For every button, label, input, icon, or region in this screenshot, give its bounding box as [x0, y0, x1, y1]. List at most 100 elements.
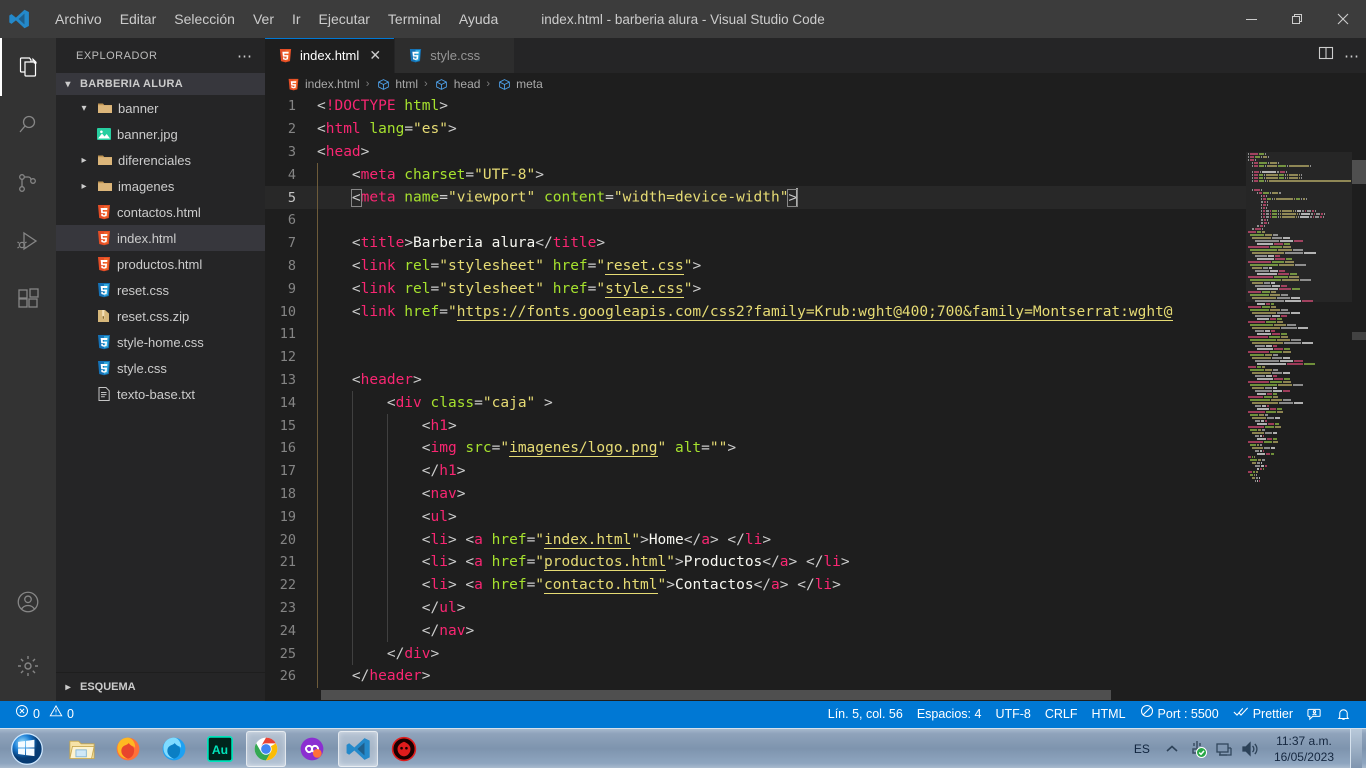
menu-ejecutar[interactable]: Ejecutar [310, 5, 379, 33]
language-mode-status[interactable]: HTML [1085, 701, 1133, 728]
tree-item-productos-html[interactable]: productos.html [56, 251, 265, 277]
settings-gear-icon[interactable] [0, 631, 56, 701]
breadcrumb-item-file[interactable]: index.html [285, 76, 360, 92]
code-line-22[interactable]: 22 <li> <a href="contacto.html">Contacto… [265, 573, 1366, 597]
show-desktop-button[interactable] [1350, 728, 1362, 768]
close-button[interactable] [1320, 0, 1366, 38]
code-line-6[interactable]: 6 [265, 208, 1366, 232]
file-explorer-icon[interactable] [62, 731, 102, 767]
tree-item-contactos-html[interactable]: contactos.html [56, 199, 265, 225]
extensions-icon[interactable] [0, 270, 56, 328]
google-chrome-icon[interactable] [246, 730, 286, 767]
menu-ver[interactable]: Ver [244, 5, 283, 33]
code-line-14[interactable]: 14 <div class="caja" > [265, 391, 1366, 415]
code-line-12[interactable]: 12 [265, 345, 1366, 369]
minimize-button[interactable] [1228, 0, 1274, 38]
code-line-16[interactable]: 16 <img src="imagenes/logo.png" alt=""> [265, 436, 1366, 460]
bell-icon[interactable] [1329, 701, 1358, 728]
code-line-11[interactable]: 11 [265, 322, 1366, 346]
chevron-right-icon[interactable]: ▸ [76, 155, 92, 166]
code-line-4[interactable]: 4 <meta charset="UTF-8"> [265, 163, 1366, 187]
chevron-down-icon[interactable]: ▾ [76, 103, 92, 114]
firefox-developer-icon[interactable] [154, 731, 194, 767]
editor-vertical-scrollbar[interactable] [1352, 152, 1366, 701]
tab-style-css[interactable]: style.css [395, 38, 516, 73]
menu-ir[interactable]: Ir [283, 5, 310, 33]
code-line-10[interactable]: 10 <link href="https://fonts.googleapis.… [265, 300, 1366, 323]
explorer-icon[interactable] [0, 38, 56, 96]
firefox-icon[interactable] [108, 731, 148, 767]
chevron-up-icon[interactable] [1162, 739, 1182, 759]
code-line-20[interactable]: 20 <li> <a href="index.html">Home</a> </… [265, 528, 1366, 551]
volume-icon[interactable] [1240, 739, 1260, 759]
eol-status[interactable]: CRLF [1038, 701, 1085, 728]
code-line-3[interactable]: 3 <head> [265, 141, 1366, 164]
live-server-port[interactable]: Port : 5500 [1133, 701, 1226, 728]
more-actions-icon[interactable]: ⋯ [1344, 47, 1360, 65]
menu-archivo[interactable]: Archivo [46, 5, 111, 33]
menu-seleccion[interactable]: Selección [165, 5, 244, 33]
indentation-status[interactable]: Espacios: 4 [910, 701, 989, 728]
tree-item-style-home-css[interactable]: style-home.css [56, 329, 265, 355]
vscode-icon[interactable] [338, 730, 378, 767]
code-line-8[interactable]: 8 <link rel="stylesheet" href="reset.css… [265, 254, 1366, 278]
language-indicator[interactable]: ES [1128, 742, 1156, 756]
menu-ayuda[interactable]: Ayuda [450, 5, 507, 33]
code-line-2[interactable]: 2 <html lang="es"> [265, 118, 1366, 141]
h-scrollbar-thumb[interactable] [321, 690, 1111, 700]
code-line-5[interactable]: 5 <meta name="viewport" content="width=d… [265, 186, 1366, 209]
taskbar-clock[interactable]: 11:37 a.m. 16/05/2023 [1266, 733, 1342, 765]
scrollbar-thumb[interactable] [1352, 160, 1366, 184]
minimap[interactable] [1246, 152, 1352, 701]
infinity-browser-icon[interactable] [292, 731, 332, 767]
maximize-restore-button[interactable] [1274, 0, 1320, 38]
tree-item-reset-css-zip[interactable]: reset.css.zip [56, 303, 265, 329]
code-line-1[interactable]: 1 <!DOCTYPE html> [265, 95, 1366, 118]
cursor-position[interactable]: Lín. 5, col. 56 [821, 701, 910, 728]
search-icon[interactable] [0, 96, 56, 154]
breadcrumb-item-head[interactable]: head [434, 76, 480, 92]
split-editor-icon[interactable] [1318, 45, 1334, 66]
chevron-right-icon[interactable]: ▸ [76, 181, 92, 192]
breadcrumb-item-meta[interactable]: meta [496, 76, 543, 92]
tab-index-html[interactable]: index.html ✕ [265, 38, 396, 73]
tree-item-texto-base-txt[interactable]: texto-base.txt [56, 381, 265, 407]
network-icon[interactable] [1214, 739, 1234, 759]
feedback-icon[interactable] [1300, 701, 1329, 728]
tree-item-index-html[interactable]: index.html [56, 225, 265, 251]
tree-item-banner[interactable]: ▾ banner [56, 95, 265, 121]
prettier-status[interactable]: Prettier [1226, 701, 1300, 728]
breadcrumb-item-html[interactable]: html [375, 76, 418, 92]
tree-item-reset-css[interactable]: reset.css [56, 277, 265, 303]
code-line-24[interactable]: 24 </nav> [265, 619, 1366, 643]
adobe-audition-icon[interactable]: Au [200, 731, 240, 767]
workspace-folder-row[interactable]: ▾ BARBERIA ALURA [56, 73, 265, 95]
menu-editar[interactable]: Editar [111, 5, 166, 33]
minimap-viewport[interactable] [1246, 152, 1352, 302]
encoding-status[interactable]: UTF-8 [988, 701, 1037, 728]
code-line-7[interactable]: 7 <title>Barberia alura</title> [265, 231, 1366, 255]
tree-item-style-css[interactable]: style.css [56, 355, 265, 381]
menu-terminal[interactable]: Terminal [379, 5, 450, 33]
tab-close-icon[interactable]: ✕ [366, 47, 384, 64]
tree-item-diferenciales[interactable]: ▸ diferenciales [56, 147, 265, 173]
tree-item-banner-jpg[interactable]: banner.jpg [56, 121, 265, 147]
code-line-26[interactable]: 26 </header> [265, 664, 1366, 688]
code-line-23[interactable]: 23 </ul> [265, 596, 1366, 620]
code-line-21[interactable]: 21 <li> <a href="productos.html">Product… [265, 550, 1366, 574]
source-control-icon[interactable] [0, 154, 56, 212]
code-line-17[interactable]: 17 </h1> [265, 459, 1366, 483]
tree-item-imagenes[interactable]: ▸ imagenes [56, 173, 265, 199]
code-content[interactable]: 1 <!DOCTYPE html> 2 <html lang="es"> 3 <head>… [265, 95, 1366, 688]
red-app-icon[interactable] [384, 731, 424, 767]
problems-status[interactable]: 0 0 [8, 701, 81, 728]
usb-safely-remove-icon[interactable] [1188, 739, 1208, 759]
account-icon[interactable] [0, 573, 56, 631]
code-line-9[interactable]: 9 <link rel="stylesheet" href="style.css… [265, 277, 1366, 301]
explorer-more-icon[interactable]: ⋯ [237, 47, 253, 65]
editor-horizontal-scrollbar[interactable] [265, 689, 1366, 701]
outline-panel-header[interactable]: ▸ ESQUEMA [56, 672, 265, 701]
windows-start-orb[interactable] [0, 729, 54, 768]
code-line-15[interactable]: 15 <h1> [265, 414, 1366, 437]
code-line-19[interactable]: 19 <ul> [265, 505, 1366, 529]
